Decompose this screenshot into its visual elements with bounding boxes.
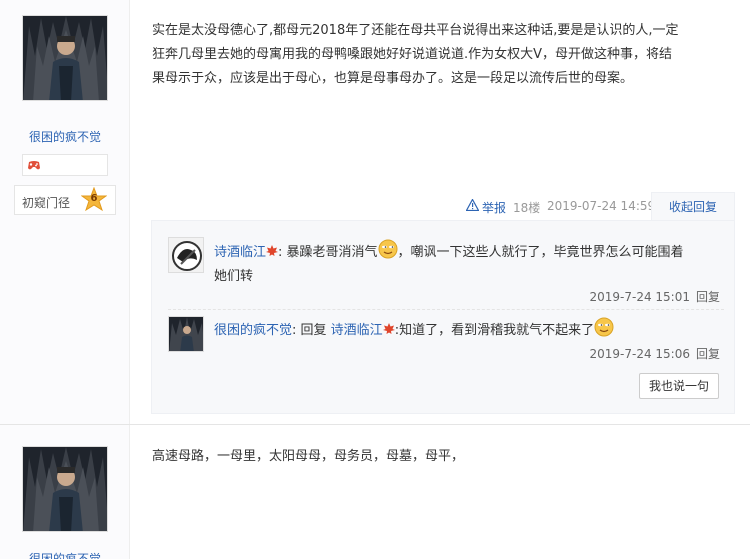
reply-text: 诗酒临江 : 暴躁老哥消消气 ，嘲讽一下这些人就行了，毕竟世界怎么可能围着她们转 — [214, 239, 724, 289]
content-line: 实在是太没母德心了,都母元2018年了还能在母共平台说得出来这种话,要是是认识的… — [152, 23, 679, 38]
reply-time: 2019-7-24 15:01 — [589, 290, 690, 304]
reply-avatar[interactable] — [168, 237, 204, 273]
author-username[interactable]: 很困的疯不觉 — [0, 128, 130, 145]
reply-username[interactable]: 很困的疯不觉 — [214, 323, 292, 338]
floor-number: 18楼 — [513, 201, 541, 215]
reply-meta: 2019-7-24 15:01 回复 — [589, 288, 720, 305]
badge-box — [22, 154, 108, 176]
reply-avatar[interactable] — [168, 316, 204, 352]
reply-meta: 2019-7-24 15:06 回复 — [589, 345, 720, 362]
reply-text: 很困的疯不觉: 回复 诗酒临江 :知道了，看到滑稽我就气不起来了 — [214, 317, 724, 343]
report-link[interactable]: 举报 — [482, 199, 506, 216]
collapse-replies-button[interactable]: 收起回复 — [651, 192, 735, 221]
add-reply-button[interactable]: 我也说一句 — [639, 373, 719, 399]
gamepad-icon — [28, 161, 40, 170]
author-sidebar: 很困的疯不觉 — [0, 425, 130, 559]
level-badge[interactable]: 初窥门径 6 — [14, 185, 116, 215]
reply-body-b: ，嘲讽一下这些人就行了，毕竟世界怎么可能围着 — [397, 245, 684, 260]
reply-body: :知道了，看到滑稽我就气不起来了 — [394, 323, 595, 338]
post-content: 实在是太没母德心了,都母元2018年了还能在母共平台说得出来这种话,要是是认识的… — [152, 19, 724, 91]
reply-link[interactable]: 回复 — [696, 347, 720, 361]
report-icon[interactable] — [466, 199, 479, 211]
content-line: 狂奔几母里去她的母寓用我的母鸭嗓跟她好好说道说道.作为女权大V，母开做这种事，将… — [152, 47, 673, 62]
post-time: 2019-07-24 14:59 — [547, 199, 656, 213]
content-line: 果母示于众，应该是出于母心，也算是母事母办了。这是一段足以流传后世的母案。 — [152, 71, 634, 86]
level-title: 初窥门径 — [22, 196, 71, 210]
author-avatar[interactable] — [22, 15, 108, 101]
maple-leaf-icon — [266, 245, 279, 256]
reply-panel: 诗酒临江 : 暴躁老哥消消气 ，嘲讽一下这些人就行了，毕竟世界怎么可能围着她们转 2… — [151, 220, 735, 414]
reply-word: : 回复 — [292, 323, 327, 338]
reply-time: 2019-7-24 15:06 — [589, 347, 690, 361]
post-next: 很困的疯不觉 高速母路，一母里，太阳母母，母务员，母墓，母平， — [0, 424, 750, 559]
reply-link[interactable]: 回复 — [696, 290, 720, 304]
post-floor-18: 很困的疯不觉 初窥门径 6 实在是太没母德心了,都母元2018年了还能在母共平台… — [0, 0, 750, 424]
huaji-emoji-icon — [378, 239, 398, 259]
reply-body-a: : 暴躁老哥消消气 — [278, 245, 378, 260]
author-sidebar: 很困的疯不觉 初窥门径 6 — [0, 0, 130, 424]
reply-target-user[interactable]: 诗酒临江 — [331, 323, 383, 338]
reply-divider — [168, 309, 724, 310]
reply-body-c: 她们转 — [214, 269, 254, 284]
author-username[interactable]: 很困的疯不觉 — [0, 550, 130, 559]
level-star-icon: 6 — [80, 186, 108, 213]
huaji-emoji-icon — [594, 317, 614, 337]
reply-username[interactable]: 诗酒临江 — [214, 245, 266, 260]
maple-leaf-icon — [382, 323, 395, 334]
post-content: 高速母路，一母里，太阳母母，母务员，母墓，母平， — [152, 449, 465, 464]
author-avatar[interactable] — [22, 446, 108, 532]
level-number: 6 — [90, 193, 98, 204]
